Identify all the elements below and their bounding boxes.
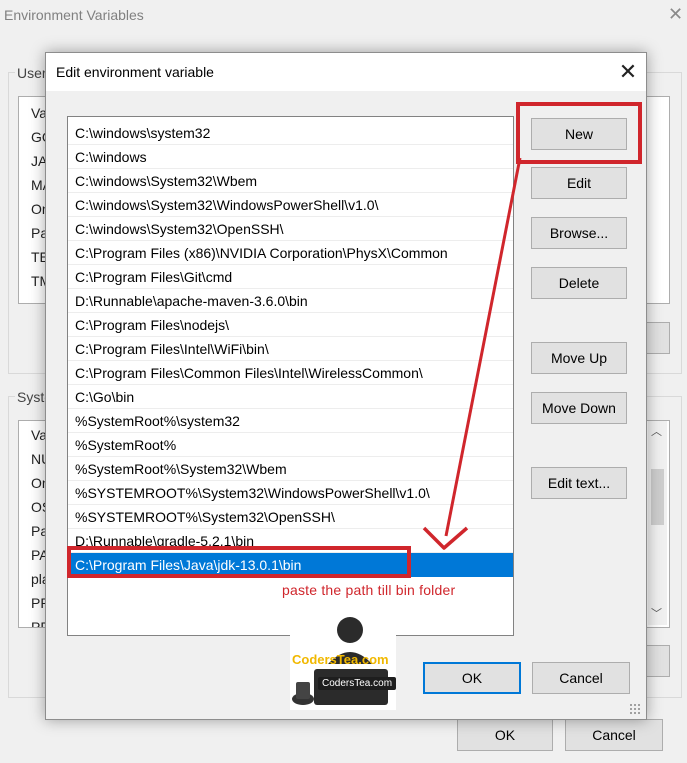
watermark-badge: CodersTea.com: [318, 677, 397, 690]
watermark-text: CodersTea.com: [292, 652, 389, 667]
annotation-note: paste the path till bin folder: [282, 582, 456, 598]
coderstea-logo: CodersTea.com CodersTea.com: [290, 606, 397, 710]
